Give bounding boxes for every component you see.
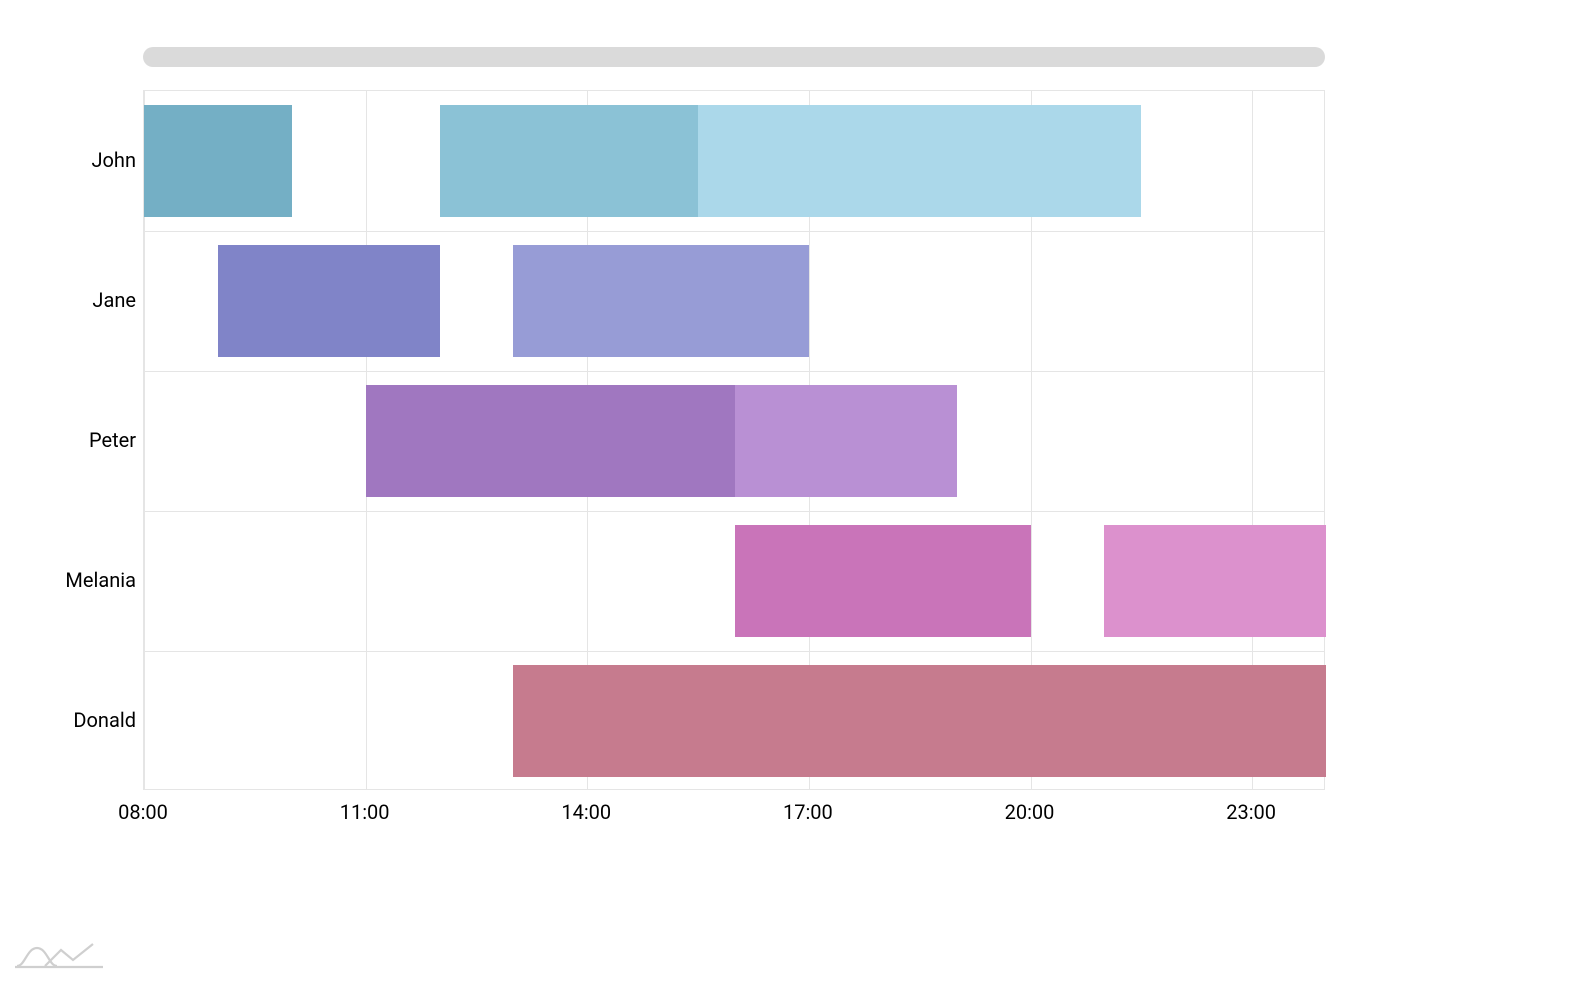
x-axis-label: 17:00 [783,800,833,824]
x-axis-label: 20:00 [1005,800,1055,824]
grid-row-line [144,511,1324,512]
x-axis-label: 14:00 [561,800,611,824]
y-axis-label: John [6,148,136,172]
grid-row-line [144,651,1324,652]
gantt-bar[interactable] [513,245,809,357]
y-axis-label: Melania [6,568,136,592]
gantt-bar[interactable] [366,385,735,497]
gantt-bar[interactable] [1104,525,1326,637]
y-axis-label: Donald [6,708,136,732]
gantt-bar[interactable] [735,385,957,497]
x-axis-label: 11:00 [340,800,390,824]
amcharts-logo-icon[interactable] [15,940,105,970]
y-axis-label: Jane [6,288,136,312]
horizontal-scrollbar[interactable] [143,47,1325,67]
x-axis-label: 23:00 [1226,800,1276,824]
gantt-bar[interactable] [144,105,292,217]
gantt-bar[interactable] [735,525,1031,637]
grid-row-line [144,371,1324,372]
gantt-bar[interactable] [513,665,1326,777]
gantt-plot-area [143,90,1325,790]
grid-row-line [144,231,1324,232]
x-axis-label: 08:00 [118,800,168,824]
gantt-bar[interactable] [698,105,1141,217]
gantt-bar[interactable] [440,105,699,217]
gantt-bar[interactable] [218,245,440,357]
y-axis-label: Peter [6,428,136,452]
